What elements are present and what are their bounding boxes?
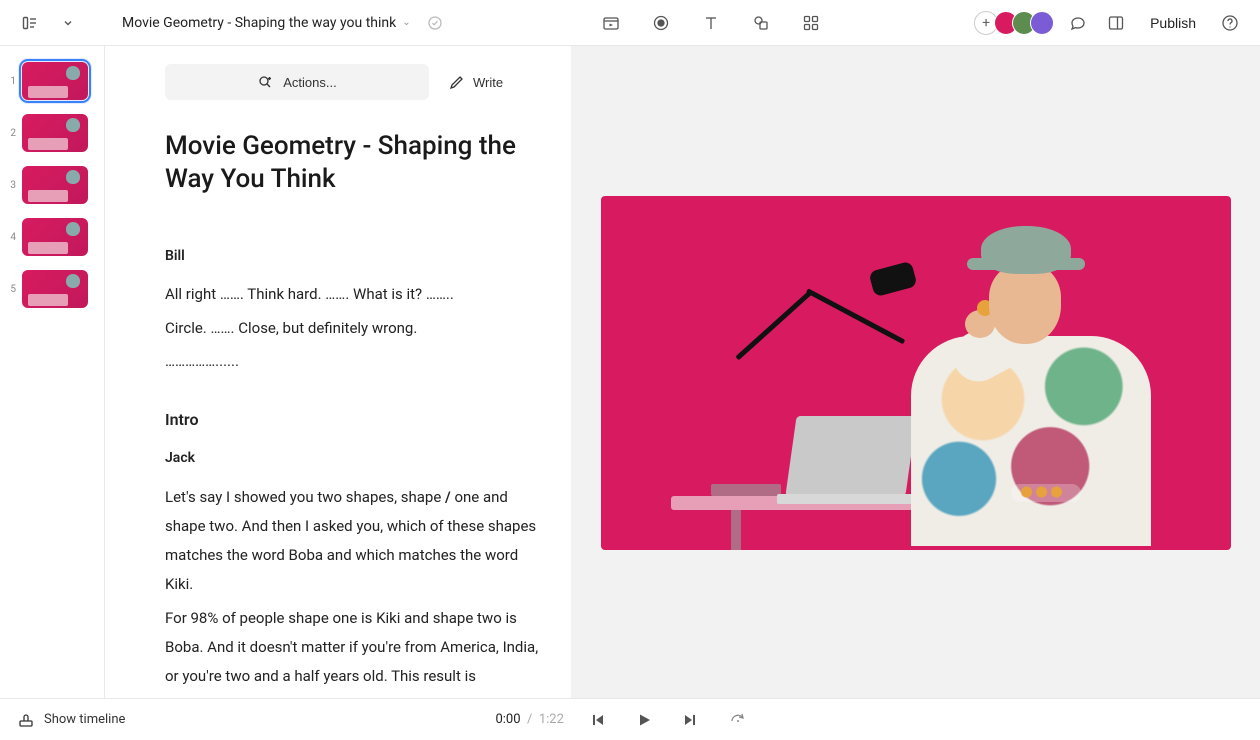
script-panel: Actions... Write Movie Geometry - Shapin… — [105, 46, 571, 698]
main-area: 1 2 3 4 5 Actions... Write Movie Geometry - … — [0, 46, 1260, 698]
play-button[interactable] — [630, 706, 658, 734]
script-view-icon[interactable] — [16, 9, 44, 37]
script-paragraph[interactable]: All right ……. Think hard. ……. What is it… — [165, 280, 541, 309]
project-title-text: Movie Geometry - Shaping the way you thi… — [122, 15, 396, 31]
scene-item: 5 — [8, 270, 96, 308]
script-paragraph[interactable]: ……………...... — [165, 347, 541, 376]
scene-sidebar: 1 2 3 4 5 — [0, 46, 105, 698]
project-title[interactable]: Movie Geometry - Shaping the way you thi… — [122, 15, 411, 31]
scene-number: 3 — [8, 180, 16, 191]
current-time: 0:00 — [495, 712, 520, 727]
scene-number: 2 — [8, 128, 16, 139]
script-paragraph[interactable]: Let's say I showed you two shapes, shape… — [165, 483, 541, 600]
scene-thumbnail[interactable] — [22, 218, 88, 256]
scene-thumbnail[interactable] — [22, 270, 88, 308]
comments-icon[interactable] — [1064, 9, 1092, 37]
scene-thumbnail[interactable] — [22, 62, 88, 100]
top-bar-right: + Publish — [974, 9, 1244, 37]
script-paragraph[interactable]: Circle. ……. Close, but definitely wrong. — [165, 314, 541, 343]
loop-icon[interactable] — [724, 706, 752, 734]
bottom-bar: Show timeline 0:00 / 1:22 — [0, 698, 1260, 740]
media-icon[interactable] — [597, 9, 625, 37]
skip-forward-button[interactable] — [676, 706, 704, 734]
scene-item: 2 — [8, 114, 96, 152]
scene-number: 4 — [8, 232, 16, 243]
toolbar-center — [461, 9, 962, 37]
panel-toggle-icon[interactable] — [1102, 9, 1130, 37]
script-body[interactable]: Bill All right ……. Think hard. ……. What i… — [165, 243, 541, 698]
write-label: Write — [473, 75, 503, 90]
scene-thumbnail[interactable] — [22, 114, 88, 152]
show-timeline-button[interactable]: Show timeline — [18, 712, 125, 728]
pen-icon — [449, 74, 465, 90]
preview-panel — [571, 46, 1260, 698]
skip-back-button[interactable] — [584, 706, 612, 734]
chevron-down-icon: ⌄ — [402, 17, 410, 28]
scene-item: 4 — [8, 218, 96, 256]
cursor-slash: / — [445, 488, 451, 506]
actions-label: Actions... — [283, 75, 336, 90]
publish-button[interactable]: Publish — [1140, 11, 1206, 35]
collaborator-avatars: + — [974, 11, 1054, 35]
record-icon[interactable] — [647, 9, 675, 37]
scene-number: 1 — [8, 76, 16, 87]
avatar[interactable] — [1030, 11, 1054, 35]
layout-grid-icon[interactable] — [797, 9, 825, 37]
scene-number: 5 — [8, 284, 16, 295]
scene-item: 3 — [8, 166, 96, 204]
duration-time: 1:22 — [539, 712, 564, 727]
shapes-icon[interactable] — [747, 9, 775, 37]
top-bar: Movie Geometry - Shaping the way you thi… — [0, 0, 1260, 46]
section-heading[interactable]: Intro — [165, 404, 541, 435]
text-icon[interactable] — [697, 9, 725, 37]
actions-button[interactable]: Actions... — [165, 64, 429, 100]
help-icon[interactable] — [1216, 9, 1244, 37]
sparkle-icon — [257, 74, 273, 90]
speaker-label[interactable]: Bill — [165, 243, 541, 270]
timeline-icon — [18, 712, 34, 728]
script-title[interactable]: Movie Geometry - Shaping the Way You Thi… — [165, 130, 541, 195]
scene-item: 1 — [8, 62, 96, 100]
speaker-label[interactable]: Jack — [165, 445, 541, 472]
view-dropdown-icon[interactable] — [54, 9, 82, 37]
playback-controls: 0:00 / 1:22 — [143, 706, 1104, 734]
scene-thumbnail[interactable] — [22, 166, 88, 204]
write-button[interactable]: Write — [443, 64, 509, 100]
status-check-icon[interactable] — [421, 9, 449, 37]
script-action-row: Actions... Write — [165, 64, 541, 100]
top-bar-left: Movie Geometry - Shaping the way you thi… — [16, 9, 449, 37]
video-preview[interactable] — [601, 196, 1231, 550]
script-paragraph[interactable]: For 98% of people shape one is Kiki and … — [165, 604, 541, 698]
show-timeline-label: Show timeline — [44, 712, 125, 727]
playback-time: 0:00 / 1:22 — [495, 712, 563, 727]
